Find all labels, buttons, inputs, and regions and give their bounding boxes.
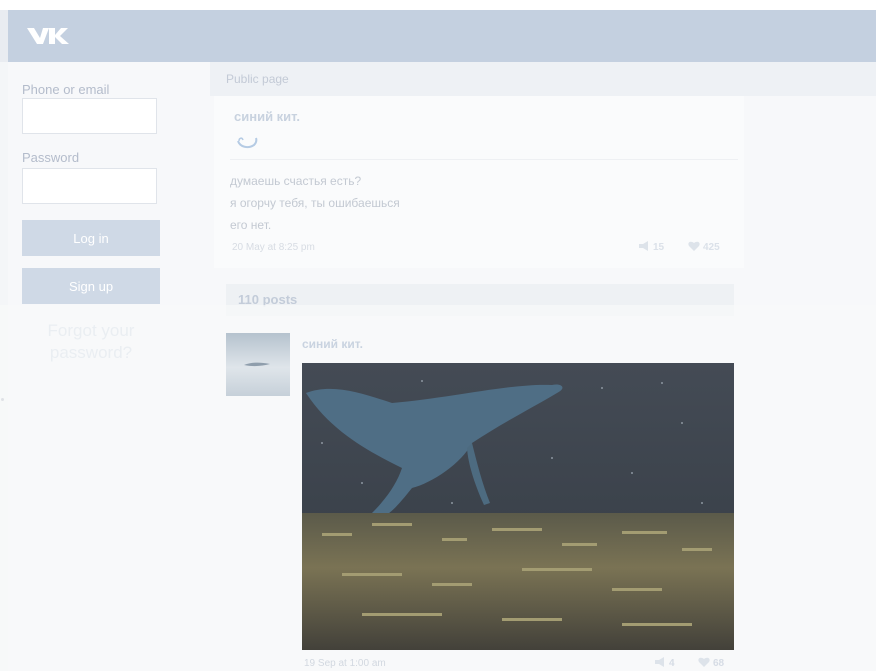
page-info-card: синий кит. думаешь счастья есть? я огорч… — [214, 96, 744, 268]
megaphone-icon — [654, 657, 666, 670]
password-label: Password — [22, 150, 80, 165]
repost-value: 15 — [653, 242, 665, 253]
top-strip — [0, 0, 876, 10]
forgot-line-1: Forgot your — [47, 321, 135, 340]
like-value: 425 — [703, 242, 720, 253]
posts-count: 110 posts — [238, 292, 298, 307]
status-line-3: его нет. — [230, 218, 272, 232]
posts-header[interactable]: 110 posts — [226, 284, 734, 316]
post-like-value: 68 — [713, 658, 725, 669]
wall-post: синий кит. 19 Sep at 1:00 am 4 68 — [210, 320, 876, 671]
public-page-label: Public page — [226, 72, 289, 86]
page-title[interactable]: синий кит. — [234, 109, 300, 124]
avatar[interactable] — [226, 333, 290, 396]
login-button[interactable]: Log in — [22, 220, 160, 256]
status-line-2: я огорчу тебя, ты ошибаешься — [230, 196, 400, 210]
status-divider — [230, 159, 738, 160]
repost-count[interactable]: 15 — [638, 241, 664, 254]
forgot-password-link[interactable]: Forgot your password? — [22, 320, 160, 364]
vk-logo-icon[interactable] — [25, 24, 71, 48]
post-photo[interactable] — [302, 363, 734, 650]
email-label: Phone or email — [22, 82, 110, 97]
post-repost-count[interactable]: 4 — [654, 657, 675, 670]
left-margin — [0, 62, 8, 671]
whale-icon — [236, 134, 258, 152]
post-author-link[interactable]: синий кит. — [302, 337, 363, 351]
password-field[interactable] — [22, 168, 157, 204]
like-count[interactable]: 425 — [688, 241, 720, 254]
email-field[interactable] — [22, 98, 157, 134]
site-header — [8, 10, 876, 62]
status-date[interactable]: 20 May at 8:25 pm — [232, 242, 315, 253]
status-line-1: думаешь счастья есть? — [230, 174, 362, 188]
heart-icon — [698, 657, 710, 670]
forgot-line-2: password? — [49, 343, 133, 362]
post-repost-value: 4 — [669, 658, 675, 669]
megaphone-icon — [638, 241, 650, 254]
login-form: Phone or email Password Log in Sign up F… — [8, 62, 210, 671]
heart-icon — [688, 241, 700, 254]
post-date[interactable]: 19 Sep at 1:00 am — [304, 658, 386, 669]
public-page-header: Public page — [210, 62, 876, 96]
post-like-count[interactable]: 68 — [698, 657, 724, 670]
signup-button[interactable]: Sign up — [22, 268, 160, 304]
edge-dot — [1, 398, 4, 401]
